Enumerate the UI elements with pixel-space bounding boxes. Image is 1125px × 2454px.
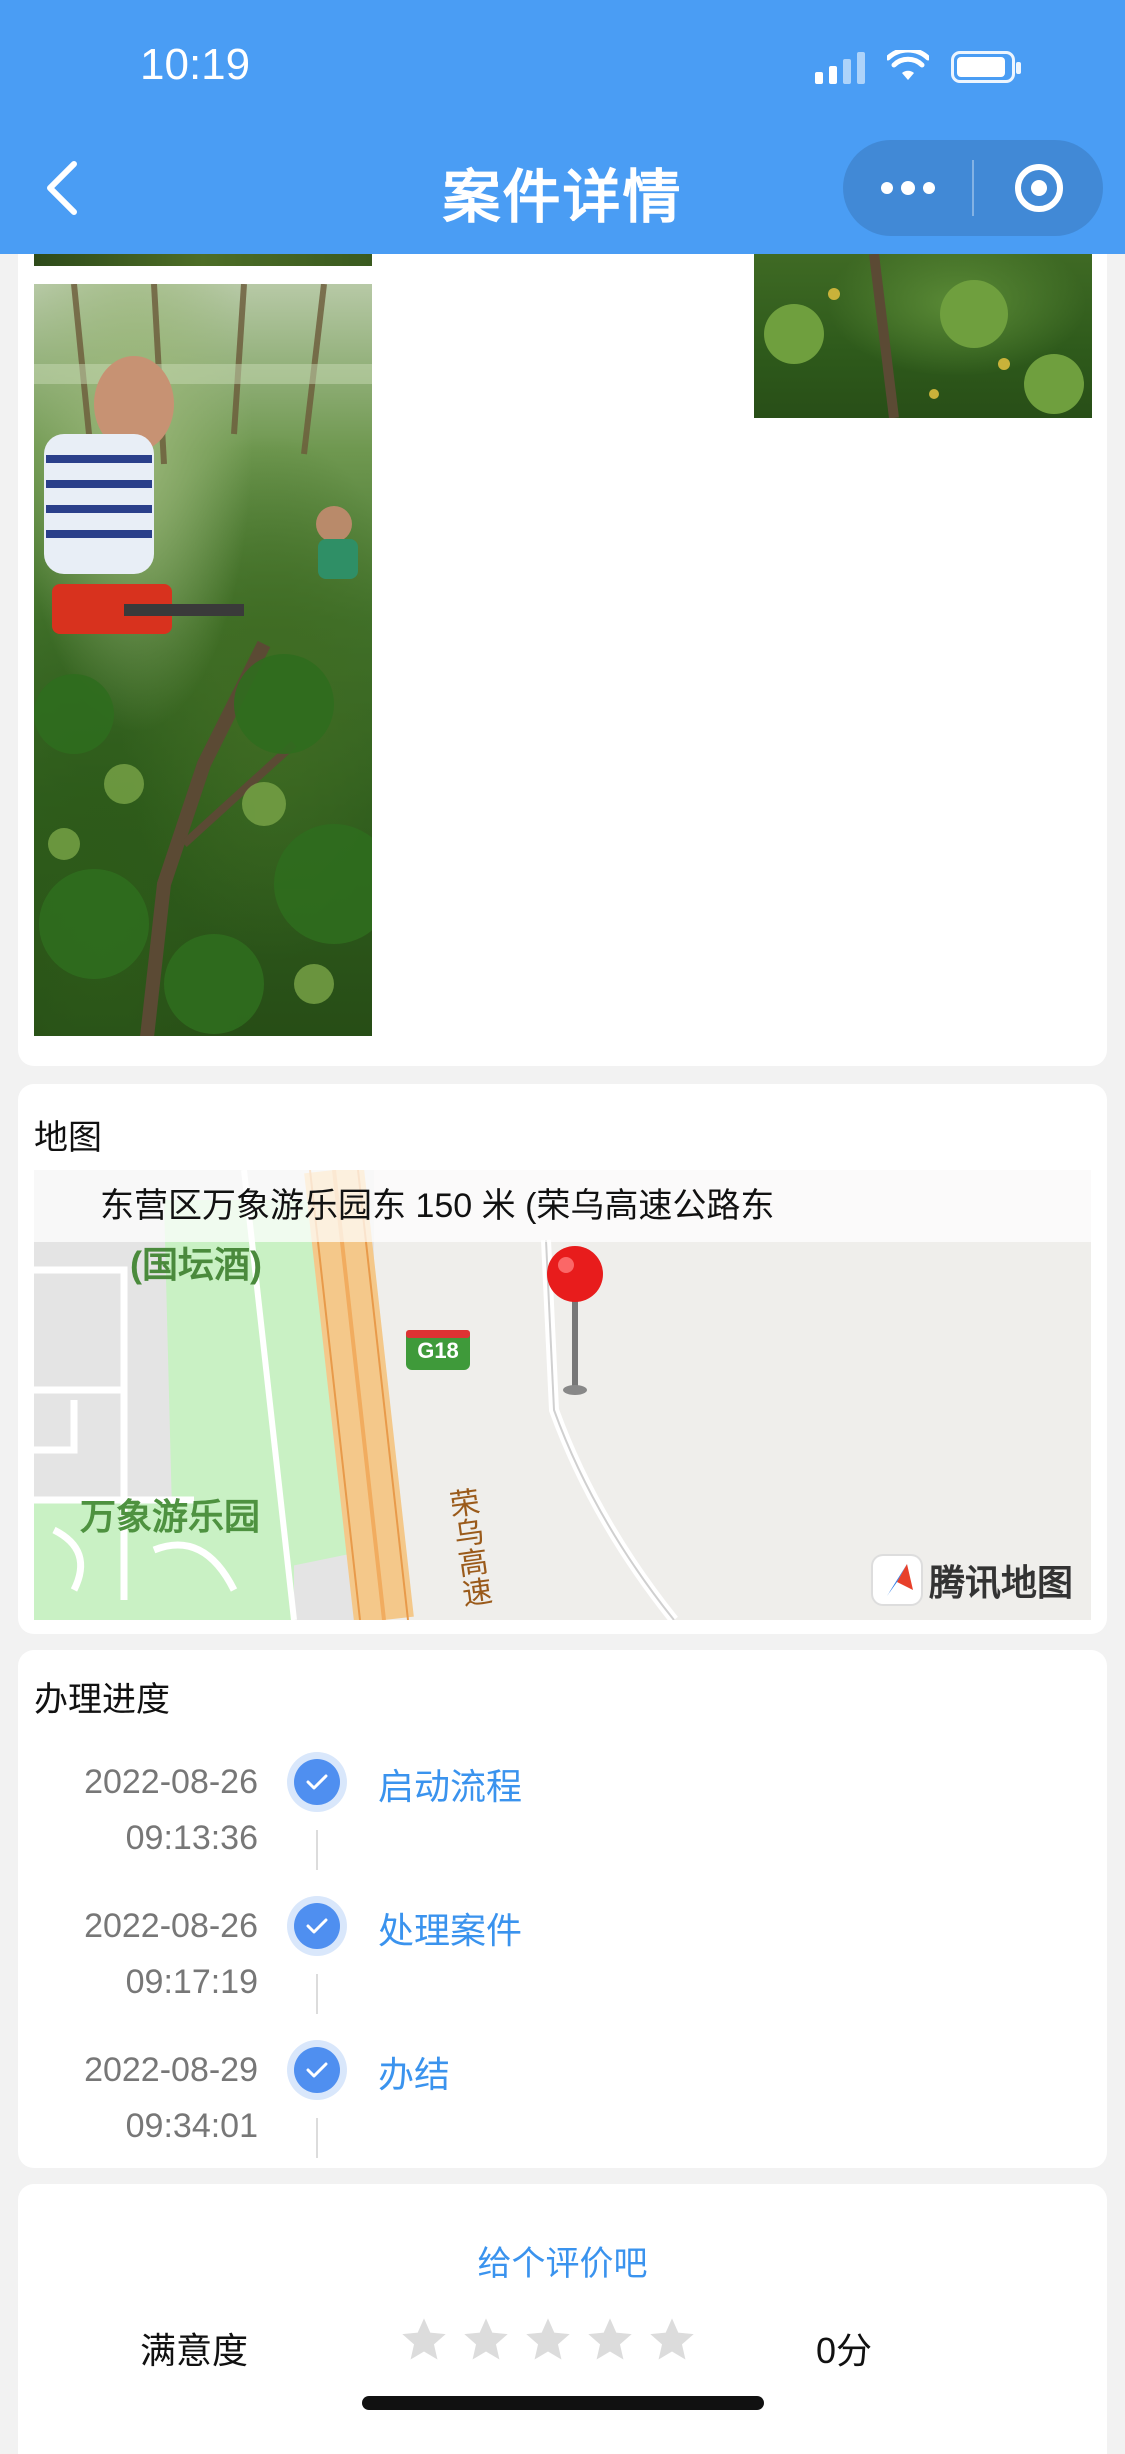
star-icon[interactable] [584,2314,636,2366]
progress-step: 2022-08-29 09:34:01 办结 [18,2042,1107,2162]
step-name: 启动流程 [378,1766,523,1807]
photo-scene-2 [764,254,1084,418]
satisfaction-label: 满意度 [140,2330,249,2371]
map-address: 东营区万象游乐园东 150 米 (荣乌高速公路东 [34,1170,1091,1242]
step-connector [316,1974,318,2014]
close-miniprogram-icon[interactable] [974,164,1103,212]
photo-scene [34,284,372,1036]
miniprogram-capsule [843,140,1103,236]
map-label-park: 万象游乐园 [80,1496,261,1537]
star-icon[interactable] [646,2314,698,2366]
step-time: 09:17:19 [125,1963,258,2001]
status-icons [815,50,1021,84]
progress-section-title: 办理进度 [34,1681,170,1719]
battery-icon [951,51,1021,83]
step-name: 办结 [378,2054,451,2095]
nav-header: 10:19 案件详情 [0,0,1125,254]
star-icon[interactable] [460,2314,512,2366]
step-date: 2022-08-29 [84,2051,258,2089]
tencent-map-logo: 腾讯地图 [872,1554,1073,1606]
map-label-partial: (国坛酒) [130,1244,262,1285]
check-icon [294,1759,340,1805]
map-section-title: 地图 [34,1119,102,1157]
step-date: 2022-08-26 [84,1763,258,1801]
star-icon[interactable] [398,2314,450,2366]
wifi-icon [887,50,929,80]
check-icon [294,1903,340,1949]
home-indicator[interactable] [362,2396,764,2410]
check-icon [294,2047,340,2093]
progress-card: 办理进度 2022-08-26 09:13:36 启动流程 2022-08-26… [18,1650,1107,2168]
rating-score: 0分 [816,2330,873,2371]
case-photo-leaves[interactable] [754,254,1092,418]
case-photo-partial[interactable] [34,254,372,266]
map-view[interactable]: (国坛酒) 万象游乐园 G18 荣乌高速 东营区万象游乐园东 150 米 (荣乌… [34,1170,1091,1620]
map-card: 地图 (国坛酒) 万象游乐园 G18 荣乌高速 东营区万象游乐园东 150 米 … [18,1084,1107,1634]
progress-step: 2022-08-26 09:13:36 启动流程 [18,1754,1107,1894]
signal-icon [815,50,865,84]
step-date: 2022-08-26 [84,1907,258,1945]
rating-card: 给个评价吧 满意度 0分 [18,2184,1107,2454]
more-icon[interactable] [843,181,972,195]
case-photo-worker[interactable] [34,284,372,1036]
status-time: 10:19 [140,40,251,89]
progress-step: 2022-08-26 09:17:19 处理案件 [18,1898,1107,2038]
star-rating[interactable] [398,2314,698,2366]
step-connector [316,1830,318,1870]
step-name: 处理案件 [378,1910,523,1951]
tencent-map-label: 腾讯地图 [928,1562,1073,1603]
star-icon[interactable] [522,2314,574,2366]
step-time: 09:34:01 [125,2107,258,2145]
step-connector [316,2118,318,2158]
tencent-map-icon [872,1556,921,1604]
step-time: 09:13:36 [125,1819,258,1857]
rating-prompt: 给个评价吧 [477,2245,648,2283]
photos-card [18,254,1107,1066]
highway-shield-label: G18 [417,1338,459,1363]
